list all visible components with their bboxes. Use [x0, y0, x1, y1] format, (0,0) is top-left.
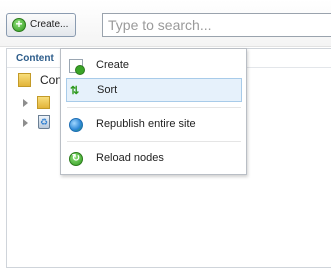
menu-divider	[67, 141, 241, 142]
menu-item-label: Sort	[97, 84, 118, 96]
menu-divider	[67, 107, 241, 108]
menu-item-label: Reload nodes	[96, 152, 164, 164]
panel-title: Content	[16, 53, 54, 64]
create-button-label: Create...	[30, 19, 69, 30]
menu-item-republish[interactable]: Republish entire site	[66, 113, 242, 137]
menu-item-sort[interactable]: ⇅ Sort	[66, 78, 242, 102]
menu-item-create[interactable]: Create	[66, 54, 242, 78]
reload-icon: ↻	[69, 152, 83, 166]
expand-arrow-icon[interactable]	[23, 119, 28, 127]
menu-item-label: Republish entire site	[96, 118, 196, 130]
menu-item-label: Create	[96, 59, 130, 71]
folder-icon[interactable]	[37, 96, 50, 109]
search-input[interactable]: Type to search...	[102, 13, 331, 37]
recycle-bin-icon[interactable]: ♻	[38, 115, 50, 129]
toolbar: + Create... Type to search...	[0, 0, 331, 47]
create-button[interactable]: + Create...	[6, 13, 76, 37]
menu-item-reload[interactable]: ↻ Reload nodes	[66, 147, 242, 171]
sort-arrows-icon: ⇅	[70, 85, 80, 97]
globe-icon	[69, 118, 83, 132]
context-menu: Create ⇅ Sort Republish entire site ↻ Re…	[60, 48, 247, 175]
tree-root-label[interactable]: Con	[40, 73, 62, 87]
add-icon: +	[12, 18, 26, 32]
create-doc-icon	[69, 59, 85, 75]
expand-arrow-icon[interactable]	[23, 99, 28, 107]
root-folder-icon	[18, 73, 31, 87]
